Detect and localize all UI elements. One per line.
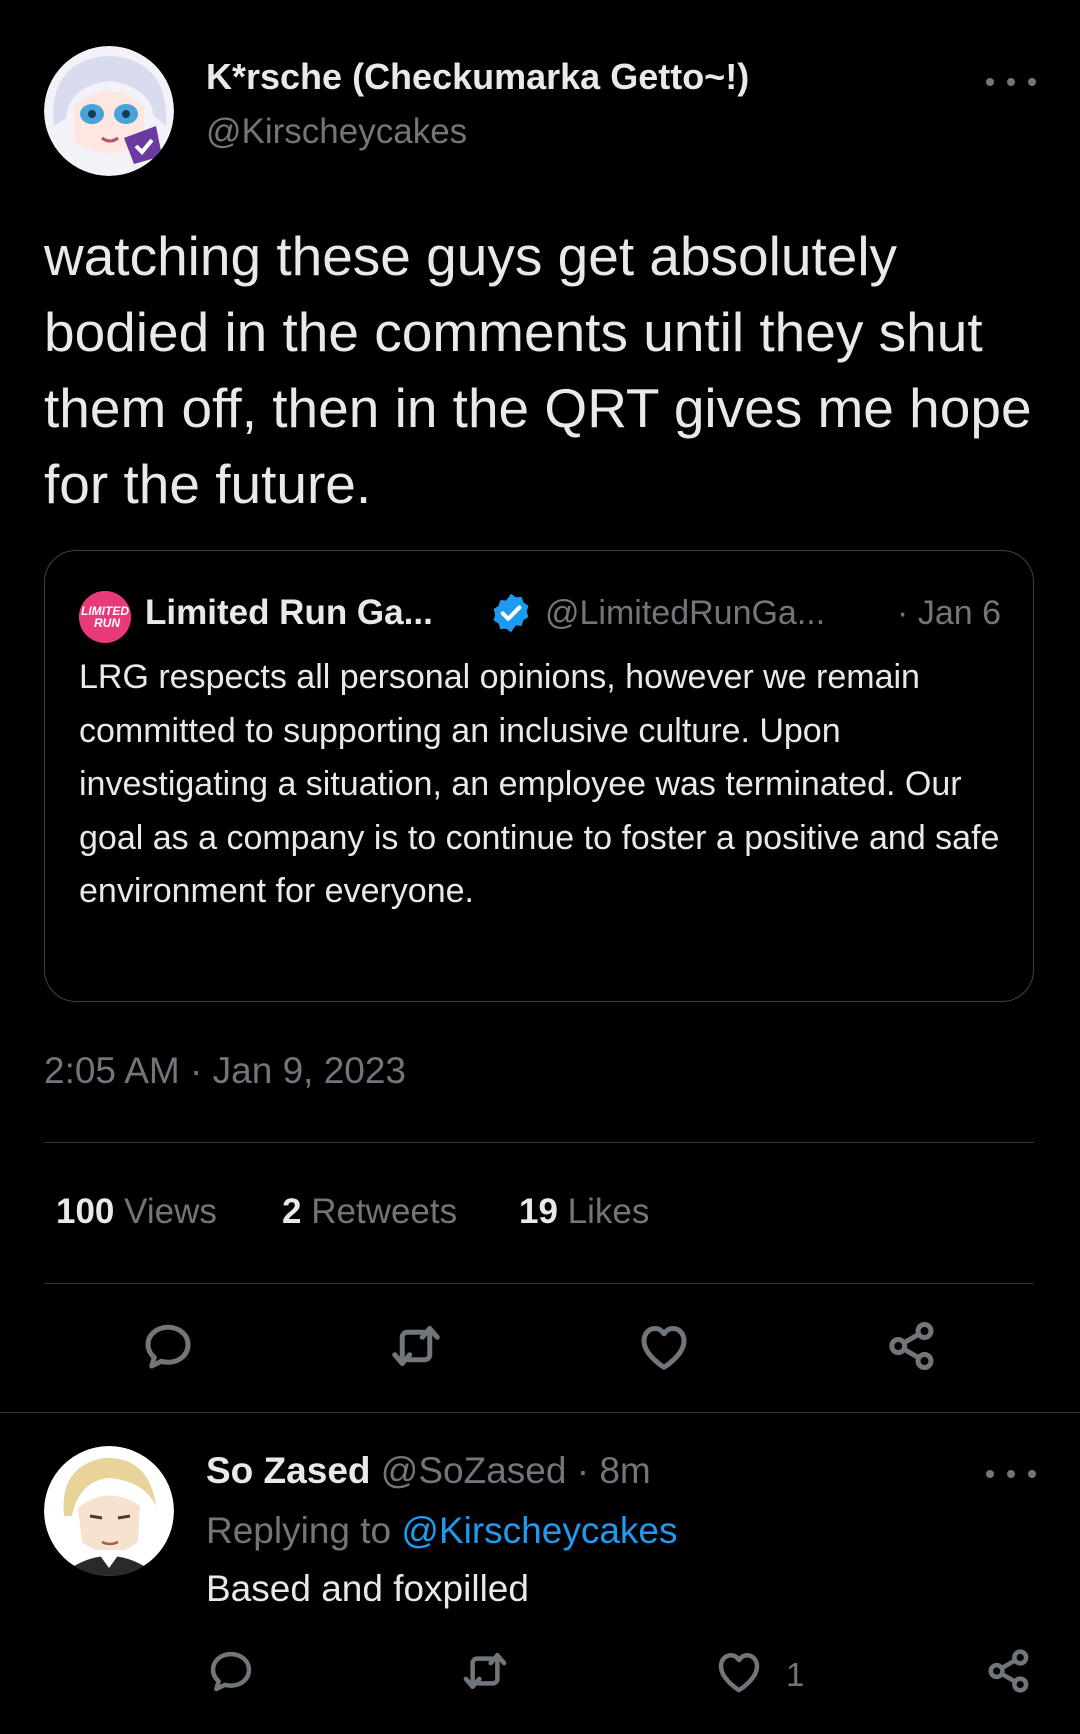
retweets-count: 2	[282, 1192, 302, 1231]
reply-avatar-image	[44, 1446, 174, 1576]
reply-share-icon[interactable]	[982, 1644, 1036, 1698]
reply-text: Based and foxpilled	[206, 1568, 529, 1609]
quote-author-name[interactable]: Limited Run Ga...	[145, 593, 433, 633]
author-avatar-image	[44, 46, 174, 176]
like-icon[interactable]	[634, 1316, 694, 1376]
reply-author-avatar[interactable]	[44, 1446, 174, 1576]
replying-to: Replying to @Kirscheycakes	[206, 1510, 677, 1552]
quote-author-handle[interactable]: @LimitedRunGa...	[545, 594, 825, 633]
more-dot	[1007, 78, 1015, 86]
reply-retweet-icon[interactable]	[458, 1644, 512, 1698]
divider	[0, 1412, 1080, 1413]
reply-more-options-icon[interactable]	[986, 1462, 1036, 1486]
replying-to-handle[interactable]: @Kirscheycakes	[401, 1510, 677, 1551]
retweets-label: Retweets	[311, 1192, 458, 1231]
likes-count: 19	[519, 1192, 558, 1231]
author-name[interactable]: K*rsche (Checkumarka Getto~!)	[206, 56, 749, 98]
likes-label: Likes	[567, 1192, 650, 1231]
more-options-icon[interactable]	[986, 70, 1036, 94]
author-handle[interactable]: @Kirscheycakes	[206, 112, 467, 152]
limited-run-logo: LIMITED RUN	[79, 591, 131, 643]
more-dot	[1028, 1470, 1036, 1478]
verified-badge-icon	[489, 591, 533, 635]
divider	[44, 1142, 1034, 1143]
retweet-icon[interactable]	[386, 1316, 446, 1376]
share-icon[interactable]	[882, 1316, 942, 1376]
reply-reply-icon[interactable]	[204, 1644, 258, 1698]
reply-header: So Zased @SoZased · 8m	[206, 1450, 651, 1492]
reply-like-count: 1	[786, 1656, 805, 1693]
quote-text: LRG respects all personal opinions, howe…	[79, 658, 1000, 910]
author-avatar[interactable]	[44, 46, 174, 176]
views-stat[interactable]: 100 Views	[56, 1192, 217, 1232]
retweets-stat[interactable]: 2 Retweets	[282, 1192, 457, 1232]
replying-to-label: Replying to	[206, 1510, 392, 1551]
quote-avatar[interactable]: LIMITED RUN	[79, 591, 131, 643]
reply-meta[interactable]: @SoZased · 8m	[381, 1450, 651, 1491]
reply-author-name[interactable]: So Zased	[206, 1450, 371, 1491]
more-dot	[1007, 1470, 1015, 1478]
reply-icon[interactable]	[138, 1316, 198, 1376]
svg-text:RUN: RUN	[94, 616, 120, 630]
views-count: 100	[56, 1192, 115, 1231]
quoted-tweet-card[interactable]: LIMITED RUN Limited Run Ga... @LimitedRu…	[44, 550, 1034, 1002]
divider	[44, 1283, 1034, 1284]
tweet-text: watching these guys get absolutely bodie…	[44, 225, 1032, 515]
more-dot	[986, 1470, 994, 1478]
more-dot	[1028, 78, 1036, 86]
tweet-timestamp[interactable]: 2:05 AM · Jan 9, 2023	[44, 1050, 406, 1092]
views-label: Views	[124, 1192, 217, 1231]
more-dot	[986, 78, 994, 86]
quote-date[interactable]: · Jan 6	[897, 594, 1001, 633]
reply-like-icon[interactable]	[712, 1644, 766, 1698]
likes-stat[interactable]: 19 Likes	[519, 1192, 649, 1232]
